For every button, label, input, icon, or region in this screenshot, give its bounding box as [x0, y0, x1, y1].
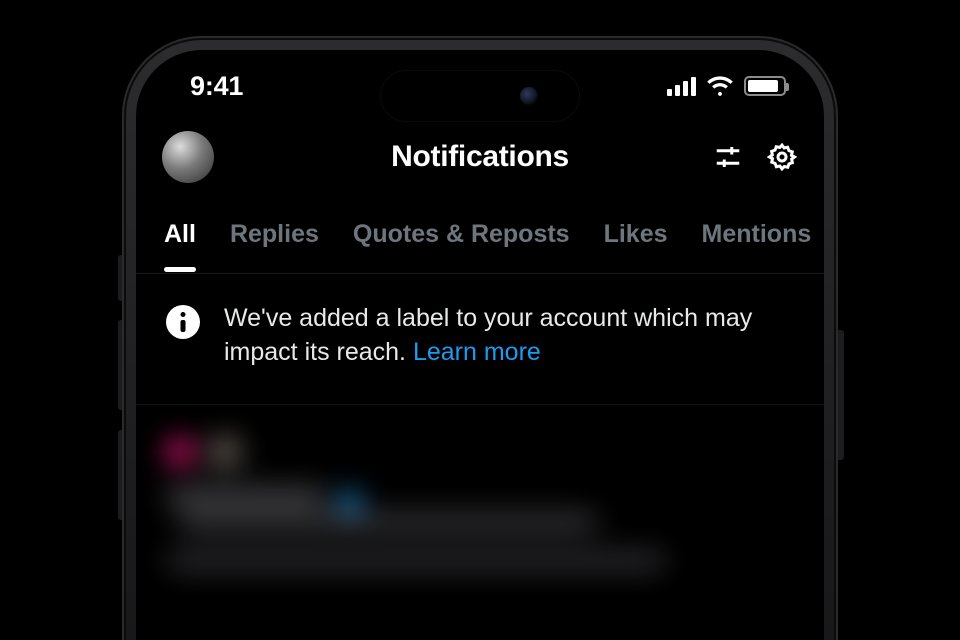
wifi-icon [706, 75, 734, 97]
blurred-text [166, 487, 326, 507]
camera-dot [520, 87, 538, 105]
info-icon [166, 305, 200, 339]
app-header: Notifications [136, 122, 824, 192]
battery-icon [744, 76, 786, 96]
status-time: 9:41 [190, 71, 243, 102]
tabs: All Replies Quotes & Reposts Likes Menti… [136, 192, 824, 274]
learn-more-link[interactable]: Learn more [413, 338, 541, 366]
dynamic-island [380, 70, 580, 122]
tab-mentions[interactable]: Mentions [702, 220, 812, 271]
account-label-notice: We've added a label to your account whic… [136, 274, 824, 405]
tab-replies[interactable]: Replies [230, 220, 319, 271]
blurred-text [178, 512, 598, 532]
verified-badge-icon [340, 492, 360, 512]
tab-quotes-reposts[interactable]: Quotes & Reposts [353, 220, 570, 271]
stage: 9:41 Notifications [0, 0, 960, 640]
notice-text-wrap: We've added a label to your account whic… [224, 302, 794, 370]
phone-screen: 9:41 Notifications [136, 50, 824, 640]
page-title: Notifications [136, 140, 824, 174]
like-icon [166, 438, 194, 466]
tab-likes[interactable]: Likes [604, 220, 668, 271]
status-right [667, 75, 786, 97]
blurred-notification [136, 405, 824, 602]
blurred-text [166, 551, 666, 571]
blurred-avatar [208, 435, 242, 469]
cellular-icon [667, 76, 696, 96]
phone-side-button [838, 330, 844, 460]
phone-frame: 9:41 Notifications [122, 36, 838, 640]
tab-all[interactable]: All [164, 220, 196, 271]
